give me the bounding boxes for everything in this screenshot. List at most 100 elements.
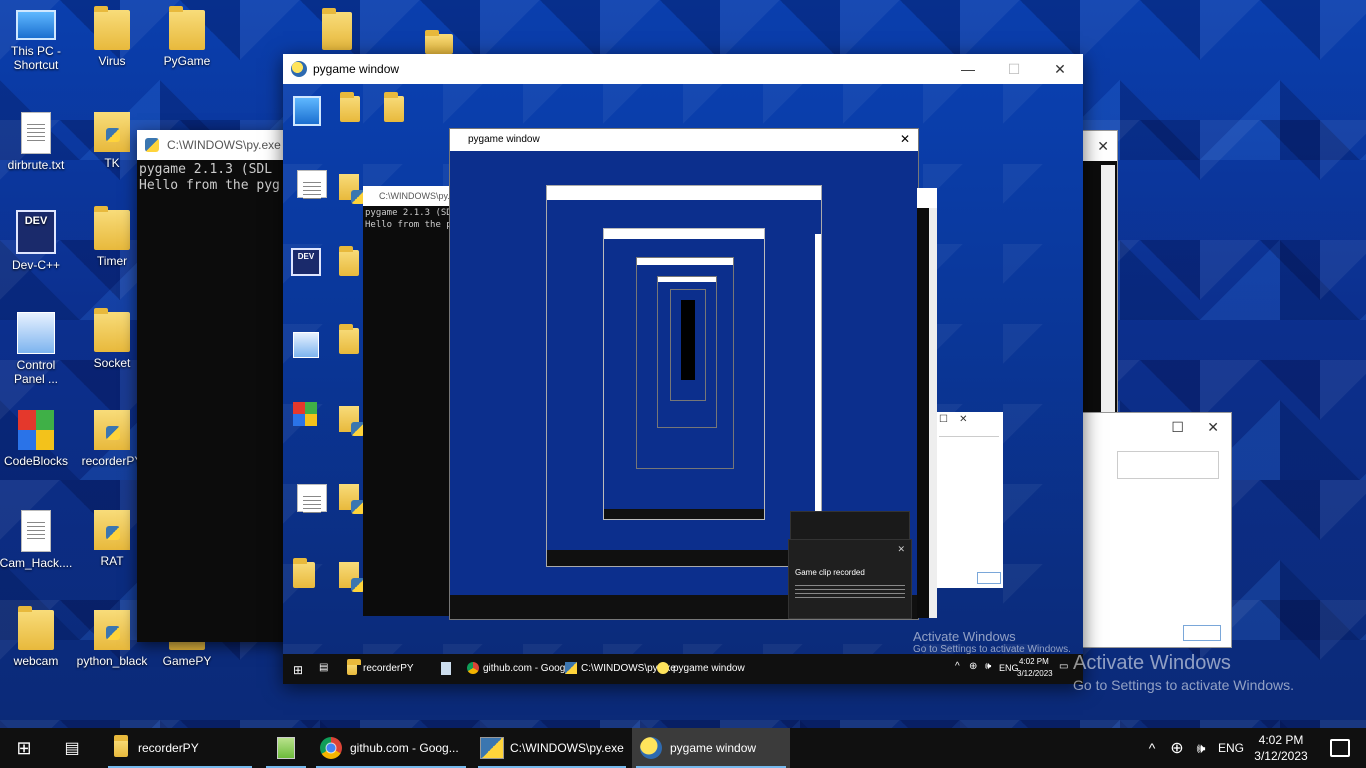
speaker-icon: 🕪 <box>1196 739 1206 756</box>
canvas-icon-codeblocks <box>293 402 317 426</box>
close-button[interactable]: ✕ <box>1037 54 1083 84</box>
python-folder-icon <box>94 410 130 450</box>
inner-up-arrow-icon: ^ <box>955 661 960 672</box>
nested-depth <box>681 300 695 380</box>
taskbar-item-pygame[interactable]: pygame window <box>632 728 790 768</box>
task-view-button[interactable]: ▤ <box>48 728 96 768</box>
devcpp-icon: DEV <box>16 210 56 254</box>
chrome-icon <box>320 737 342 759</box>
desktop-icon-dirbrute[interactable]: dirbrute.txt <box>0 112 76 172</box>
minimize-button[interactable]: — <box>945 54 991 84</box>
desktop-icon-control-panel[interactable]: Control Panel ... <box>0 312 76 386</box>
window-title: pygame window <box>313 62 400 76</box>
desktop-icon-devcpp[interactable]: DEV Dev-C++ <box>0 210 76 272</box>
maximize-button[interactable]: ☐ <box>991 54 1037 84</box>
inner-notification-toast: ✕ Game clip recorded <box>788 539 912 619</box>
nested-l5-title <box>658 277 716 282</box>
background-explorer-window: ☐ ✕ <box>1080 412 1232 648</box>
python-console-icon <box>565 662 577 674</box>
nested-scroll <box>815 234 821 534</box>
clock[interactable]: 4:02 PM 3/12/2023 <box>1250 728 1312 768</box>
python-folder-icon <box>94 510 130 550</box>
canvas-icon-folder <box>293 558 315 588</box>
text-file-icon <box>21 510 51 552</box>
console-line: Hello from the pyg <box>365 220 463 230</box>
control-panel-icon <box>17 312 55 354</box>
taskbar: ⊞ ▤ recorderPY github.com - Goog... C:\W… <box>0 728 1366 768</box>
folder-icon <box>322 8 352 50</box>
network-button[interactable]: ⊕ <box>1166 728 1188 768</box>
canvas-icon-folder <box>339 406 365 436</box>
chevron-up-icon: ^ <box>1148 740 1156 756</box>
show-hidden-icons-button[interactable]: ^ <box>1142 728 1162 768</box>
folder-icon <box>169 6 205 50</box>
network-globe-icon: ⊕ <box>1170 740 1184 757</box>
language-indicator[interactable]: ENG <box>1216 728 1246 768</box>
task-view-icon: ▤ <box>64 740 80 757</box>
desktop-icon-codeblocks[interactable]: CodeBlocks <box>0 410 76 468</box>
nested-pygame-window-l3 <box>603 228 765 520</box>
volume-button[interactable]: 🕪 <box>1190 728 1212 768</box>
canvas-icon-folder <box>339 484 365 514</box>
taskbar-item-notepad[interactable] <box>262 728 310 768</box>
console-titlebar[interactable]: C:\WINDOWS\py.exe <box>137 130 297 160</box>
windows-start-icon: ⊞ <box>16 737 32 758</box>
inner-lang: ENG <box>999 663 1019 673</box>
folder-icon <box>114 735 128 757</box>
canvas-icon-folder <box>339 324 359 354</box>
canvas-icon-file <box>297 170 327 199</box>
desktop-icon-webcam[interactable]: webcam <box>0 606 76 668</box>
pygame-window[interactable]: pygame window — ☐ ✕ DEV C:\WINDOWS\py. p… <box>283 54 1083 684</box>
python-folder-icon <box>94 112 130 152</box>
inner-taskbar-chrome: github.com - Goog... <box>483 663 574 674</box>
inner-background-window: ☐ ✕ <box>935 412 1003 588</box>
python-console-icon <box>480 737 504 759</box>
pygame-window-titlebar[interactable]: pygame window — ☐ ✕ <box>283 54 1083 84</box>
nested-pygame-window-l2 <box>546 185 822 567</box>
timer-folder-icon <box>94 206 130 250</box>
notification-icon <box>1330 739 1350 757</box>
notepad-icon <box>441 662 451 675</box>
nested-l2-taskbar <box>547 550 821 566</box>
console-line: pygame 2.1.3 (SDL <box>139 162 273 177</box>
nested-console-title: C:\WINDOWS\py.exe <box>363 186 453 206</box>
desktop-icon-this-pc[interactable]: This PC - Shortcut <box>0 10 76 72</box>
nested-l4-title <box>637 258 733 265</box>
nested-window-title: pygame window <box>450 129 918 151</box>
activate-windows-subtitle: Go to Settings to activate Windows. <box>1073 677 1294 693</box>
canvas-icon-folder <box>339 174 365 204</box>
taskbar-item-chrome[interactable]: github.com - Goog... <box>312 728 470 768</box>
pygame-canvas[interactable]: DEV C:\WINDOWS\py.exe pygame 2.1.3 (SDL … <box>283 84 1083 684</box>
inner-clock-date: 3/12/2023 <box>1017 669 1053 678</box>
taskbar-item-recorderpy[interactable]: recorderPY <box>104 728 256 768</box>
desktop-icon-cam-hack[interactable]: Cam_Hack.... <box>0 510 76 570</box>
desktop-icon-pygame[interactable]: PyGame <box>147 6 227 68</box>
nested-pygame-window-l4 <box>636 257 734 469</box>
this-pc-icon <box>16 10 56 40</box>
activate-windows-watermark: Activate Windows Go to Settings to activ… <box>1073 652 1294 693</box>
inner-activate-subtitle: Go to Settings to activate Windows. <box>913 644 1071 655</box>
start-button[interactable]: ⊞ <box>0 728 48 768</box>
action-center-button[interactable] <box>1320 728 1360 768</box>
folder-icon <box>94 6 130 50</box>
activate-windows-title: Activate Windows <box>1073 652 1231 674</box>
text-file-icon <box>21 112 51 154</box>
console-line: pygame 2.1.3 (SDL <box>365 208 458 218</box>
webcam-folder-icon <box>18 606 54 650</box>
canvas-icon-folder <box>340 92 360 122</box>
nested-l3-taskbar <box>604 509 764 519</box>
taskbar-item-py-console[interactable]: C:\WINDOWS\py.exe <box>474 728 630 768</box>
nested-pygame-window-l5 <box>657 276 717 428</box>
console-window[interactable]: C:\WINDOWS\py.exe pygame 2.1.3 (SDL Hell… <box>137 130 297 642</box>
desktop: ✕ ☐ ✕ This PC - Shortcut dirbrute.txt DE… <box>0 0 1366 728</box>
canvas-icon-folder <box>339 562 365 592</box>
inner-network-icon: ⊕ <box>969 661 978 672</box>
clock-time: 4:02 PM <box>1258 733 1304 747</box>
desktop-icon-virus[interactable]: Virus <box>72 6 152 68</box>
inner-activate-title: Activate Windows <box>913 629 1016 644</box>
folder-icon <box>347 659 361 675</box>
canvas-icon-folder <box>384 92 404 122</box>
inner-volume-icon: 🕪 <box>985 661 992 672</box>
codeblocks-icon <box>18 410 54 450</box>
canvas-icon-folder <box>339 246 359 276</box>
